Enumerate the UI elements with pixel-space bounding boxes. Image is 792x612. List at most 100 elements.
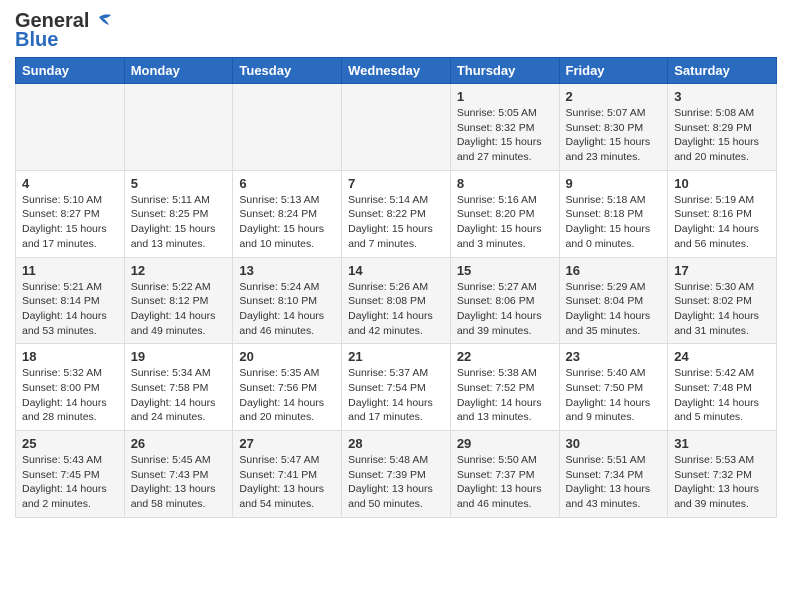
day-info: Sunrise: 5:37 AM Sunset: 7:54 PM Dayligh… xyxy=(348,366,444,425)
day-info: Sunrise: 5:30 AM Sunset: 8:02 PM Dayligh… xyxy=(674,280,770,339)
day-info: Sunrise: 5:47 AM Sunset: 7:41 PM Dayligh… xyxy=(239,453,335,512)
day-number: 23 xyxy=(566,349,662,364)
day-cell: 29 Sunrise: 5:50 AM Sunset: 7:37 PM Dayli… xyxy=(450,431,559,518)
day-number: 10 xyxy=(674,176,770,191)
day-number: 18 xyxy=(22,349,118,364)
day-info: Sunrise: 5:16 AM Sunset: 8:20 PM Dayligh… xyxy=(457,193,553,252)
day-info: Sunrise: 5:26 AM Sunset: 8:08 PM Dayligh… xyxy=(348,280,444,339)
day-cell: 22Sunrise: 5:38 AM Sunset: 7:52 PM Dayli… xyxy=(450,344,559,431)
day-cell: 19 Sunrise: 5:34 AM Sunset: 7:58 PM Dayli… xyxy=(124,344,233,431)
day-cell: 30Sunrise: 5:51 AM Sunset: 7:34 PM Dayli… xyxy=(559,431,668,518)
day-cell: 10 Sunrise: 5:19 AM Sunset: 8:16 PM Dayli… xyxy=(668,170,777,257)
day-number: 31 xyxy=(674,436,770,451)
day-number: 15 xyxy=(457,263,553,278)
header-tuesday: Tuesday xyxy=(233,58,342,84)
day-info: Sunrise: 5:10 AM Sunset: 8:27 PM Dayligh… xyxy=(22,193,118,252)
day-info: Sunrise: 5:51 AM Sunset: 7:34 PM Dayligh… xyxy=(566,453,662,512)
header-monday: Monday xyxy=(124,58,233,84)
day-cell: 20 Sunrise: 5:35 AM Sunset: 7:56 PM Dayli… xyxy=(233,344,342,431)
day-cell: 26Sunrise: 5:45 AM Sunset: 7:43 PM Dayli… xyxy=(124,431,233,518)
day-info: Sunrise: 5:32 AM Sunset: 8:00 PM Dayligh… xyxy=(22,366,118,425)
day-cell: 12 Sunrise: 5:22 AM Sunset: 8:12 PM Dayli… xyxy=(124,257,233,344)
day-cell: 2 Sunrise: 5:07 AM Sunset: 8:30 PM Daylig… xyxy=(559,84,668,171)
day-info: Sunrise: 5:53 AM Sunset: 7:32 PM Dayligh… xyxy=(674,453,770,512)
day-cell: 7Sunrise: 5:14 AM Sunset: 8:22 PM Daylig… xyxy=(342,170,451,257)
header-friday: Friday xyxy=(559,58,668,84)
day-number: 8 xyxy=(457,176,553,191)
day-cell: 14 Sunrise: 5:26 AM Sunset: 8:08 PM Dayli… xyxy=(342,257,451,344)
day-cell: 8 Sunrise: 5:16 AM Sunset: 8:20 PM Daylig… xyxy=(450,170,559,257)
header-thursday: Thursday xyxy=(450,58,559,84)
day-info: Sunrise: 5:29 AM Sunset: 8:04 PM Dayligh… xyxy=(566,280,662,339)
logo: General Blue xyxy=(15,10,113,52)
day-number: 14 xyxy=(348,263,444,278)
week-row-4: 18 Sunrise: 5:32 AM Sunset: 8:00 PM Dayli… xyxy=(16,344,777,431)
header-row: SundayMondayTuesdayWednesdayThursdayFrid… xyxy=(16,58,777,84)
calendar-table: SundayMondayTuesdayWednesdayThursdayFrid… xyxy=(15,57,777,518)
day-number: 17 xyxy=(674,263,770,278)
day-cell: 9 Sunrise: 5:18 AM Sunset: 8:18 PM Daylig… xyxy=(559,170,668,257)
day-info: Sunrise: 5:24 AM Sunset: 8:10 PM Dayligh… xyxy=(239,280,335,339)
header: General Blue xyxy=(15,10,777,52)
day-cell: 6 Sunrise: 5:13 AM Sunset: 8:24 PM Daylig… xyxy=(233,170,342,257)
day-cell: 25Sunrise: 5:43 AM Sunset: 7:45 PM Dayli… xyxy=(16,431,125,518)
day-cell: 18 Sunrise: 5:32 AM Sunset: 8:00 PM Dayli… xyxy=(16,344,125,431)
day-cell: 4 Sunrise: 5:10 AM Sunset: 8:27 PM Daylig… xyxy=(16,170,125,257)
day-number: 4 xyxy=(22,176,118,191)
day-info: Sunrise: 5:11 AM Sunset: 8:25 PM Dayligh… xyxy=(131,193,227,252)
week-row-3: 11 Sunrise: 5:21 AM Sunset: 8:14 PM Dayli… xyxy=(16,257,777,344)
day-cell: 23Sunrise: 5:40 AM Sunset: 7:50 PM Dayli… xyxy=(559,344,668,431)
day-info: Sunrise: 5:14 AM Sunset: 8:22 PM Dayligh… xyxy=(348,193,444,252)
day-cell: 5 Sunrise: 5:11 AM Sunset: 8:25 PM Daylig… xyxy=(124,170,233,257)
day-info: Sunrise: 5:08 AM Sunset: 8:29 PM Dayligh… xyxy=(674,106,770,165)
day-info: Sunrise: 5:35 AM Sunset: 7:56 PM Dayligh… xyxy=(239,366,335,425)
day-cell: 24Sunrise: 5:42 AM Sunset: 7:48 PM Dayli… xyxy=(668,344,777,431)
day-info: Sunrise: 5:07 AM Sunset: 8:30 PM Dayligh… xyxy=(566,106,662,165)
day-cell: 15 Sunrise: 5:27 AM Sunset: 8:06 PM Dayli… xyxy=(450,257,559,344)
day-cell: 17 Sunrise: 5:30 AM Sunset: 8:02 PM Dayli… xyxy=(668,257,777,344)
day-number: 11 xyxy=(22,263,118,278)
day-cell: 13 Sunrise: 5:24 AM Sunset: 8:10 PM Dayli… xyxy=(233,257,342,344)
day-number: 16 xyxy=(566,263,662,278)
logo-blue: Blue xyxy=(15,29,58,52)
day-info: Sunrise: 5:42 AM Sunset: 7:48 PM Dayligh… xyxy=(674,366,770,425)
day-number: 21 xyxy=(348,349,444,364)
day-cell xyxy=(16,84,125,171)
day-cell: 27 Sunrise: 5:47 AM Sunset: 7:41 PM Dayli… xyxy=(233,431,342,518)
day-number: 26 xyxy=(131,436,227,451)
day-info: Sunrise: 5:27 AM Sunset: 8:06 PM Dayligh… xyxy=(457,280,553,339)
day-info: Sunrise: 5:50 AM Sunset: 7:37 PM Dayligh… xyxy=(457,453,553,512)
day-number: 12 xyxy=(131,263,227,278)
day-info: Sunrise: 5:22 AM Sunset: 8:12 PM Dayligh… xyxy=(131,280,227,339)
day-info: Sunrise: 5:21 AM Sunset: 8:14 PM Dayligh… xyxy=(22,280,118,339)
day-cell: 11 Sunrise: 5:21 AM Sunset: 8:14 PM Dayli… xyxy=(16,257,125,344)
day-cell: 21 Sunrise: 5:37 AM Sunset: 7:54 PM Dayli… xyxy=(342,344,451,431)
day-number: 27 xyxy=(239,436,335,451)
day-info: Sunrise: 5:13 AM Sunset: 8:24 PM Dayligh… xyxy=(239,193,335,252)
day-number: 2 xyxy=(566,89,662,104)
day-cell: 31 Sunrise: 5:53 AM Sunset: 7:32 PM Dayli… xyxy=(668,431,777,518)
week-row-5: 25Sunrise: 5:43 AM Sunset: 7:45 PM Dayli… xyxy=(16,431,777,518)
day-info: Sunrise: 5:18 AM Sunset: 8:18 PM Dayligh… xyxy=(566,193,662,252)
day-number: 13 xyxy=(239,263,335,278)
day-cell: 28Sunrise: 5:48 AM Sunset: 7:39 PM Dayli… xyxy=(342,431,451,518)
day-number: 25 xyxy=(22,436,118,451)
day-number: 9 xyxy=(566,176,662,191)
day-number: 20 xyxy=(239,349,335,364)
header-wednesday: Wednesday xyxy=(342,58,451,84)
header-saturday: Saturday xyxy=(668,58,777,84)
week-row-2: 4 Sunrise: 5:10 AM Sunset: 8:27 PM Daylig… xyxy=(16,170,777,257)
day-number: 28 xyxy=(348,436,444,451)
header-sunday: Sunday xyxy=(16,58,125,84)
day-cell: 1Sunrise: 5:05 AM Sunset: 8:32 PM Daylig… xyxy=(450,84,559,171)
day-number: 19 xyxy=(131,349,227,364)
day-cell xyxy=(342,84,451,171)
day-info: Sunrise: 5:19 AM Sunset: 8:16 PM Dayligh… xyxy=(674,193,770,252)
day-number: 6 xyxy=(239,176,335,191)
day-number: 29 xyxy=(457,436,553,451)
week-row-1: 1Sunrise: 5:05 AM Sunset: 8:32 PM Daylig… xyxy=(16,84,777,171)
day-info: Sunrise: 5:38 AM Sunset: 7:52 PM Dayligh… xyxy=(457,366,553,425)
day-info: Sunrise: 5:34 AM Sunset: 7:58 PM Dayligh… xyxy=(131,366,227,425)
day-number: 5 xyxy=(131,176,227,191)
logo-bird-icon xyxy=(91,13,113,31)
